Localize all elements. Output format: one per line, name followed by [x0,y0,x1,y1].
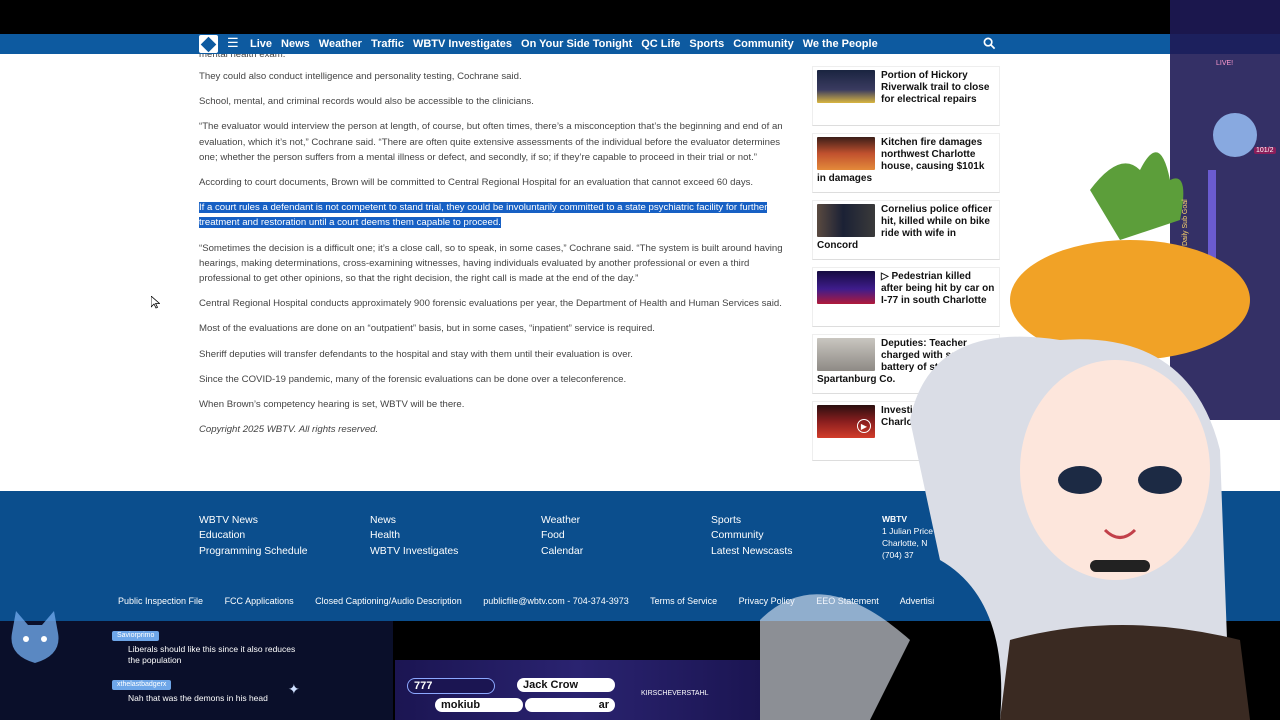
footer-legal-link[interactable]: publicfile@wbtv.com - 704-374-3973 [483,596,629,606]
article-paragraph-selected: If a court rules a defendant is not comp… [199,200,793,230]
footer-link[interactable]: Food [541,528,583,543]
footer-legal-link[interactable]: Public Inspection File [118,596,203,606]
hamburger-menu-icon[interactable]: ☰ [227,36,239,49]
recent-sub-pill: ar [525,698,615,712]
counter-pill: 777 [407,678,495,694]
footer-legal-link[interactable]: FCC Applications [225,596,294,606]
article-paragraph: Since the COVID-19 pandemic, many of the… [199,373,627,385]
article-paragraph: They could also conduct intelligence and… [199,71,522,82]
footer-link[interactable]: Weather [541,513,583,528]
footer-link[interactable]: Health [370,528,458,543]
footer-link[interactable]: Education [199,528,308,543]
nav-live[interactable]: Live [250,34,272,54]
nav-weather[interactable]: Weather [319,34,362,54]
recent-name-pill: Jack Crow [517,678,615,692]
footer-legal-link[interactable]: Terms of Service [650,596,717,606]
follower-pill: mokiub [435,698,523,712]
bow-icon: ✦ [288,681,300,697]
live-badge: LIVE! [1216,60,1234,67]
article-paragraph: Most of the evaluations are done on an “… [199,323,655,335]
nav-qc-life[interactable]: QC Life [641,34,680,54]
stream-info-bar: 777 mokiub Jack Crow ar KIRSCHEVERSTAHL [395,660,760,720]
footer-col-1: WBTV News Education Programming Schedule [199,513,308,559]
footer-link[interactable]: Programming Schedule [199,544,308,559]
nav-sports[interactable]: Sports [689,34,724,54]
nav-on-your-side-tonight[interactable]: On Your Side Tonight [521,34,632,54]
footer-col-3: Weather Food Calendar [541,513,583,559]
copyright-line: Copyright 2025 WBTV. All rights reserved… [199,424,379,436]
article-body: mental health exam. They could also cond… [199,54,793,447]
cat-mascot-icon [11,611,59,663]
footer-link[interactable]: WBTV News [199,513,308,528]
nav-traffic[interactable]: Traffic [371,34,404,54]
article-paragraph: When Brown’s competency hearing is set, … [199,399,465,411]
nav-news[interactable]: News [281,34,310,54]
footer-legal-link[interactable]: Closed Captioning/Audio Description [315,596,462,606]
sub-goal-label: Daily Sub Goal [1182,199,1189,246]
article-paragraph: “Sometimes the decision is a difficult o… [199,242,783,285]
chat-username: Saviorprimo [112,631,160,641]
nav-wbtv-investigates[interactable]: WBTV Investigates [413,34,512,54]
article-paragraph: Sheriff deputies will transfer defendant… [199,348,633,360]
article-cut-line: mental health exam. [199,54,286,60]
chat-message: Liberals should like this since it also … [128,644,296,665]
channel-name: KIRSCHEVERSTAHL [641,690,709,697]
article-paragraph: According to court documents, Brown will… [199,177,754,189]
wbtv-logo[interactable] [199,35,218,53]
article-paragraph: School, mental, and criminal records wou… [199,96,534,108]
footer-link[interactable]: Calendar [541,544,583,559]
stream-chat-panel: Saviorprimo Liberals should like this si… [0,611,393,720]
footer-col-2: News Health WBTV Investigates [370,513,458,559]
chat-message: Nah that was the demons in his head [128,693,268,703]
selected-text: If a court rules a defendant is not comp… [199,202,768,229]
sub-goal-count: 101/2 [1254,147,1276,154]
chat-username: xthelastbadgerx [112,680,172,690]
vtuber-avatar [760,0,1280,720]
footer-link[interactable]: News [370,513,458,528]
article-paragraph: “The evaluator would interview the perso… [199,121,783,163]
article-paragraph: Central Regional Hospital conducts appro… [199,298,782,310]
footer-link[interactable]: WBTV Investigates [370,544,458,559]
